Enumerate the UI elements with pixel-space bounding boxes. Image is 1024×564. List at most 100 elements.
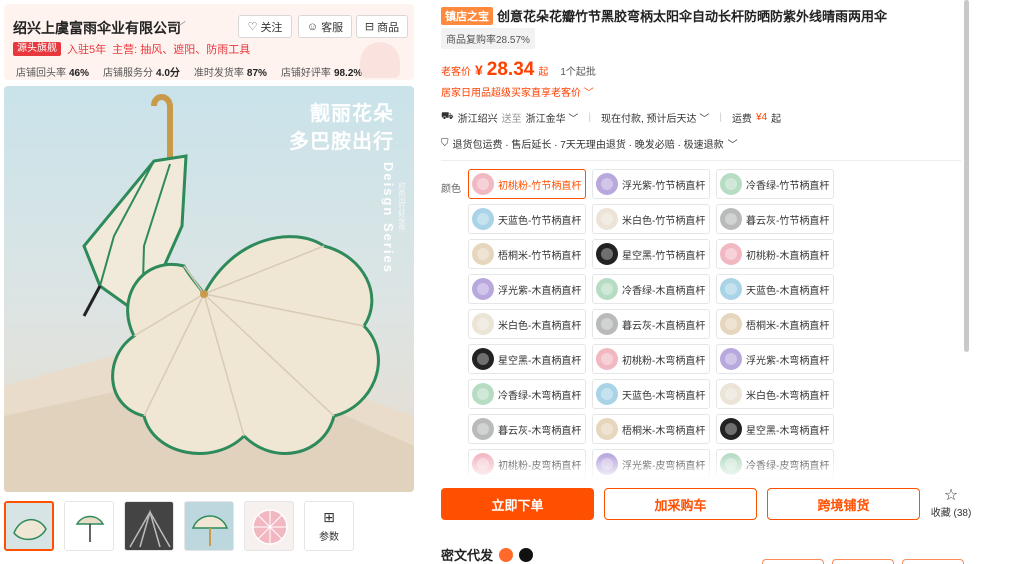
color-option-label: 初桃粉-竹节柄直杆 xyxy=(498,180,582,192)
color-option[interactable]: 初桃粉-木弯柄直杆 xyxy=(592,344,710,374)
umbrella-pink-icon xyxy=(245,502,293,550)
options-fade xyxy=(441,455,961,481)
color-option[interactable]: 天蓝色-竹节柄直杆 xyxy=(468,204,586,234)
color-option-label: 暮云灰-木直柄直杆 xyxy=(622,320,706,332)
color-option[interactable]: 浮光紫-竹节柄直杆 xyxy=(592,169,710,199)
store-products-button[interactable]: ⊟ 商品 xyxy=(356,15,408,38)
color-option-label: 梧桐米-竹节柄直杆 xyxy=(498,250,582,262)
thumbnail-4[interactable] xyxy=(184,501,234,551)
umbrella-swatch-icon xyxy=(720,313,742,335)
thumbnail-5[interactable] xyxy=(244,501,294,551)
umbrella-swatch-icon xyxy=(720,243,742,265)
color-option[interactable]: 暮云灰-竹节柄直杆 xyxy=(716,204,834,234)
color-option[interactable]: 冷香绿-竹节柄直杆 xyxy=(716,169,834,199)
color-option-label: 暮云灰-竹节柄直杆 xyxy=(746,215,830,227)
action-bar: 立即下单 加采购车 跨境铺货 xyxy=(441,488,920,520)
service-row[interactable]: ⛉ 退货包运费 · 售后延长 · 7天无理由退货 · 晚发必赔 · 极速退款 ﹀ xyxy=(441,136,738,151)
color-option[interactable]: 暮云灰-木弯柄直杆 xyxy=(468,414,586,444)
color-option[interactable]: 梧桐米-木弯柄直杆 xyxy=(592,414,710,444)
color-option[interactable]: 梧桐米-竹节柄直杆 xyxy=(468,239,586,269)
umbrella-open-icon xyxy=(185,502,233,550)
dropship-tab[interactable] xyxy=(902,559,964,564)
umbrella-swatch-icon xyxy=(472,278,494,300)
product-page: 绍兴上虞富雨伞业有限公司 ﹀ ♡ 关注 ☺ 客服 ⊟ 商品 源头旗舰 入驻5年 … xyxy=(0,0,1024,564)
thumbnail-1[interactable] xyxy=(4,501,54,551)
image-headline: 靓丽花朵 多巴胺出行 xyxy=(289,103,394,153)
params-thumbnail[interactable]: ⊞ 参数 xyxy=(304,501,354,551)
color-option-label: 浮光紫-木直柄直杆 xyxy=(498,285,582,297)
store-treasure-badge: 镇店之宝 xyxy=(441,6,493,25)
color-option[interactable]: 梧桐米-木直柄直杆 xyxy=(716,309,834,339)
color-option[interactable]: 星空黑-木直柄直杆 xyxy=(468,344,586,374)
divider: | xyxy=(588,112,591,123)
color-option[interactable]: 初桃粉-木直柄直杆 xyxy=(716,239,834,269)
freight-unit: 起 xyxy=(771,114,782,125)
color-option[interactable]: 天蓝色-木直柄直杆 xyxy=(716,274,834,304)
color-option-label: 冷香绿-竹节柄直杆 xyxy=(746,180,830,192)
shop-card: 绍兴上虞富雨伞业有限公司 ﹀ ♡ 关注 ☺ 客服 ⊟ 商品 源头旗舰 入驻5年 … xyxy=(4,4,414,80)
price-value: 28.34 xyxy=(486,59,535,80)
color-option-label: 天蓝色-木直柄直杆 xyxy=(746,285,830,297)
dropship-tab[interactable] xyxy=(762,559,824,564)
price-label: 老客价 xyxy=(441,67,471,78)
umbrella-swatch-icon xyxy=(596,208,618,230)
color-option[interactable]: 初桃粉-竹节柄直杆 xyxy=(468,169,586,199)
shop-stats: 店铺回头率 46% 店铺服务分 4.0分 准时发货率 87% 店铺好评率 98.2% xyxy=(16,64,376,79)
color-option[interactable]: 浮光紫-木弯柄直杆 xyxy=(716,344,834,374)
color-option[interactable]: 冷香绿-木直柄直杆 xyxy=(592,274,710,304)
ship-time-selector[interactable]: 现在付款, 预计后天达 ﹀ xyxy=(601,110,709,125)
store-icon: ⊟ xyxy=(364,21,375,33)
umbrella-spec-icon xyxy=(65,502,113,550)
customer-service-button[interactable]: ☺ 客服 xyxy=(298,15,352,38)
shipping-row: ⛟ 浙江绍兴 送至 浙江金华 ﹀ | 现在付款, 预计后天达 ﹀ | 运费 ¥4… xyxy=(441,110,781,125)
umbrella-swatch-icon xyxy=(472,243,494,265)
color-option[interactable]: 浮光紫-木直柄直杆 xyxy=(468,274,586,304)
umbrella-swatch-icon xyxy=(472,383,494,405)
shop-decoration xyxy=(360,42,400,78)
umbrella-swatch-icon xyxy=(472,418,494,440)
color-option-label: 星空黑-木直柄直杆 xyxy=(498,355,582,367)
color-option[interactable]: 天蓝色-木弯柄直杆 xyxy=(592,379,710,409)
chevron-down-icon: ﹀ xyxy=(583,88,594,99)
chevron-down-icon[interactable]: ﹀ xyxy=(174,18,186,35)
params-label: 参数 xyxy=(319,531,339,543)
color-option-label: 浮光紫-木弯柄直杆 xyxy=(746,355,830,367)
shop-name[interactable]: 绍兴上虞富雨伞业有限公司 xyxy=(13,18,181,38)
ship-from: 浙江绍兴 xyxy=(457,114,498,125)
color-option-label: 天蓝色-木弯柄直杆 xyxy=(622,390,706,402)
thumbnail-3[interactable] xyxy=(124,501,174,551)
follow-button[interactable]: ♡ 关注 xyxy=(238,15,292,38)
stat-service-score: 店铺服务分 4.0分 xyxy=(103,68,180,79)
umbrella-swatch-icon xyxy=(472,173,494,195)
ship-to-label: 送至 xyxy=(501,114,522,125)
image-series-subtext: 时尚出行好伙伴 xyxy=(398,182,405,231)
promo-link[interactable]: 居家日用品超级买家直享老客价 ﹀ xyxy=(441,84,594,99)
ship-to-selector[interactable]: 浙江金华 ﹀ xyxy=(526,110,579,125)
color-option-label: 米白色-竹节柄直杆 xyxy=(622,215,706,227)
color-option[interactable]: 米白色-木直柄直杆 xyxy=(468,309,586,339)
cross-border-button[interactable]: 跨境铺货 xyxy=(767,488,920,520)
umbrella-frame-icon xyxy=(125,502,173,550)
thumbnail-2[interactable] xyxy=(64,501,114,551)
umbrella-swatch-icon xyxy=(720,383,742,405)
color-option[interactable]: 米白色-木弯柄直杆 xyxy=(716,379,834,409)
color-option[interactable]: 米白色-竹节柄直杆 xyxy=(592,204,710,234)
color-option-label: 浮光紫-竹节柄直杆 xyxy=(622,180,706,192)
color-option[interactable]: 星空黑-竹节柄直杆 xyxy=(592,239,710,269)
color-option[interactable]: 星空黑-木弯柄直杆 xyxy=(716,414,834,444)
color-option-label: 冷香绿-木弯柄直杆 xyxy=(498,390,582,402)
color-option[interactable]: 暮云灰-木直柄直杆 xyxy=(592,309,710,339)
add-to-cart-button[interactable]: 加采购车 xyxy=(604,488,757,520)
page-scrollbar[interactable] xyxy=(964,0,969,352)
umbrella-swatch-icon xyxy=(596,418,618,440)
favorite-button[interactable]: ☆ 收藏 (38) xyxy=(929,488,973,520)
buy-now-button[interactable]: 立即下单 xyxy=(441,488,594,520)
umbrella-swatch-icon xyxy=(596,173,618,195)
color-label: 颜色 xyxy=(441,184,461,195)
color-option-label: 米白色-木弯柄直杆 xyxy=(746,390,830,402)
color-option-label: 天蓝色-竹节柄直杆 xyxy=(498,215,582,227)
dropship-tab[interactable] xyxy=(832,559,894,564)
umbrella-swatch-icon xyxy=(720,173,742,195)
color-option[interactable]: 冷香绿-木弯柄直杆 xyxy=(468,379,586,409)
main-product-image[interactable]: 靓丽花朵 多巴胺出行 Deisgn Series 时尚出行好伙伴 xyxy=(4,86,414,492)
